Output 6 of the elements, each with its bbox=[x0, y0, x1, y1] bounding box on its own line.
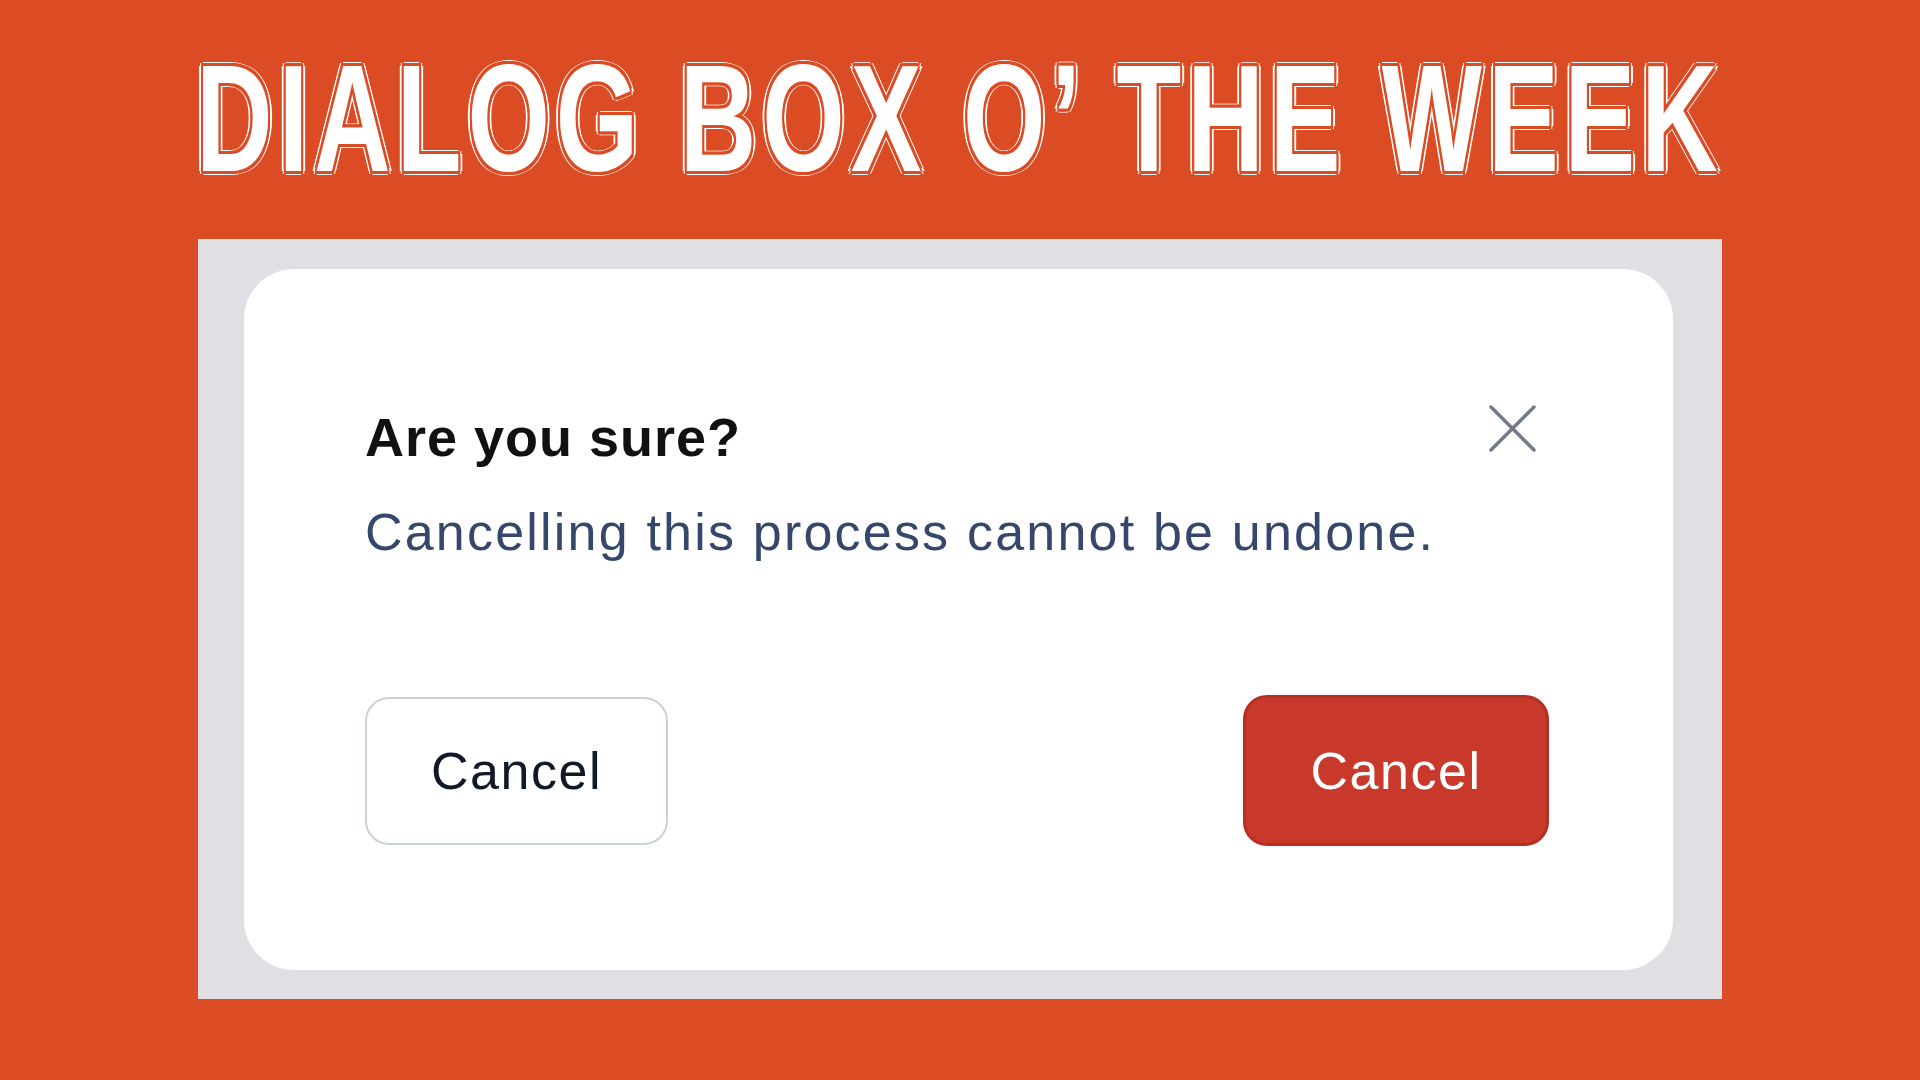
dialog-title: Are you sure? bbox=[365, 406, 742, 469]
cancel-button[interactable]: Cancel bbox=[365, 696, 668, 845]
dialog-message: Cancelling this process cannot be undone. bbox=[365, 502, 1436, 563]
cancel-button[interactable]: Cancel bbox=[1243, 695, 1549, 846]
close-icon[interactable] bbox=[1488, 404, 1537, 453]
banner-title: DIALOG BOX O’ THE WEEK bbox=[196, 60, 1724, 176]
